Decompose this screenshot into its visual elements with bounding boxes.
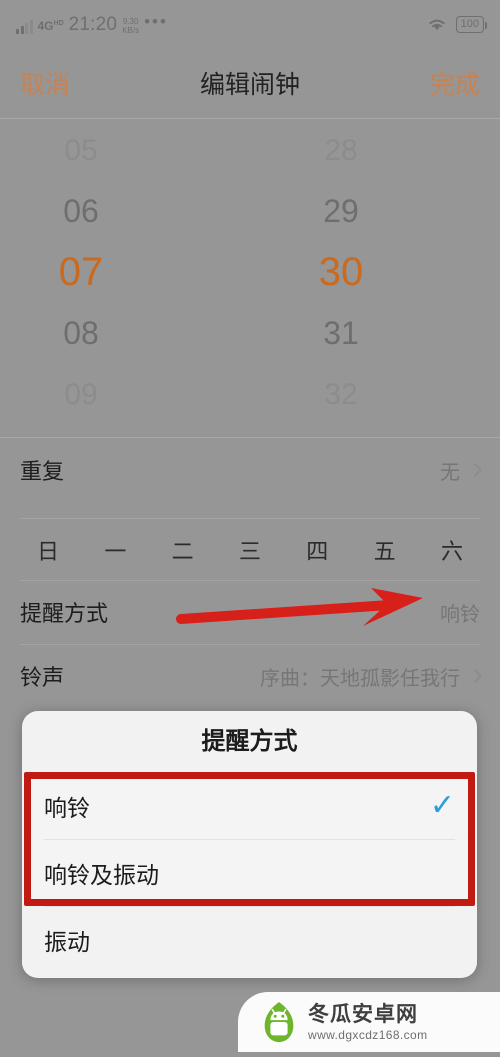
row-divider (20, 580, 480, 581)
minute-option[interactable]: 28 (250, 120, 432, 181)
battery-indicator: 100 (455, 15, 488, 33)
row-repeat[interactable]: 重复 无 (0, 440, 500, 500)
dialog-option-ring-and-vibrate[interactable]: 响铃及振动 (22, 840, 477, 906)
nav-divider (0, 118, 500, 119)
hour-option[interactable]: 05 (0, 120, 162, 181)
weekday-fri[interactable]: 五 (365, 534, 405, 566)
row-reminder-method-label: 提醒方式 (20, 601, 109, 626)
battery-level-label: 100 (460, 18, 479, 30)
weekday-sat[interactable]: 六 (432, 534, 472, 566)
network-type-label: 4GHD (38, 20, 64, 32)
chevron-right-icon (467, 668, 483, 684)
status-bar-clock: 21:20 (68, 13, 118, 35)
row-repeat-label: 重复 (20, 459, 65, 484)
row-divider (20, 644, 480, 645)
row-divider (20, 518, 480, 519)
row-repeat-value: 无 (440, 461, 460, 484)
watermark: 冬瓜安卓网 www.dgxcdz168.com (238, 992, 500, 1052)
minute-option[interactable]: 32 (250, 364, 432, 425)
minute-option[interactable]: 31 (250, 303, 432, 364)
signal-strength-icon (16, 19, 33, 34)
network-speed-value: 9.30 (122, 16, 139, 26)
weekday-thu[interactable]: 四 (297, 534, 337, 566)
page-title: 编辑闹钟 (199, 71, 300, 99)
check-icon: ✓ (429, 789, 455, 822)
weekday-tue[interactable]: 二 (163, 534, 203, 566)
annotation-arrow (176, 588, 423, 626)
hour-wheel[interactable]: 05 06 07 08 09 (0, 120, 250, 425)
weekday-sun[interactable]: 日 (28, 534, 68, 566)
dialog-option-ring-label: 响铃 (44, 795, 90, 821)
dialog-option-ring[interactable]: 响铃 ✓ (22, 773, 477, 839)
row-ringtone-value: 序曲：天地孤影任我行 (260, 667, 460, 690)
weekday-wed[interactable]: 三 (230, 534, 270, 566)
minute-wheel[interactable]: 28 29 30 31 32 (250, 120, 500, 425)
navigation-bar: 取消 编辑闹钟 完成 (0, 48, 500, 118)
weekday-selector[interactable]: 日 一 二 三 四 五 六 (0, 520, 500, 580)
time-picker[interactable]: 05 06 07 08 09 28 29 30 31 32 (0, 120, 500, 425)
dialog-title: 提醒方式 (201, 728, 298, 755)
notification-overflow-icon: ••• (144, 11, 168, 31)
hour-option[interactable]: 09 (0, 364, 162, 425)
status-bar-left: 4GHD 21:20 9.30 KB/s ••• (16, 11, 168, 35)
minute-option-selected[interactable]: 30 (250, 242, 432, 303)
dialog-option-vibrate-label: 振动 (44, 929, 90, 955)
hour-option[interactable]: 06 (0, 181, 162, 242)
row-ringtone-label: 铃声 (20, 665, 65, 690)
status-bar: 4GHD 21:20 9.30 KB/s ••• 100 (0, 0, 500, 48)
watermark-title: 冬瓜安卓网 (308, 1002, 418, 1026)
wifi-icon (428, 19, 445, 30)
status-bar-right: 100 (426, 15, 488, 33)
hour-option-selected[interactable]: 07 (0, 242, 162, 303)
dialog-option-ring-and-vibrate-label: 响铃及振动 (44, 862, 159, 888)
reminder-method-dialog: 提醒方式 响铃 ✓ 响铃及振动 振动 (22, 711, 477, 978)
chevron-right-icon (467, 462, 483, 478)
list-top-divider (0, 437, 500, 438)
network-speed-indicator: 9.30 KB/s (122, 17, 139, 35)
hour-option[interactable]: 08 (0, 303, 162, 364)
android-melon-logo-icon (264, 1001, 294, 1043)
network-type-text: 4G (37, 18, 54, 33)
watermark-url: www.dgxcdz168.com (308, 1027, 428, 1042)
row-ringtone[interactable]: 铃声 序曲：天地孤影任我行 (0, 646, 500, 706)
watermark-text: 冬瓜安卓网 www.dgxcdz168.com (308, 1004, 428, 1041)
minute-option[interactable]: 29 (250, 181, 432, 242)
weekday-mon[interactable]: 一 (95, 534, 135, 566)
network-type-sup: HD (53, 19, 64, 27)
network-speed-unit: KB/s (122, 25, 140, 35)
row-reminder-method-value: 响铃 (440, 603, 480, 626)
dialog-option-vibrate[interactable]: 振动 (22, 907, 477, 973)
